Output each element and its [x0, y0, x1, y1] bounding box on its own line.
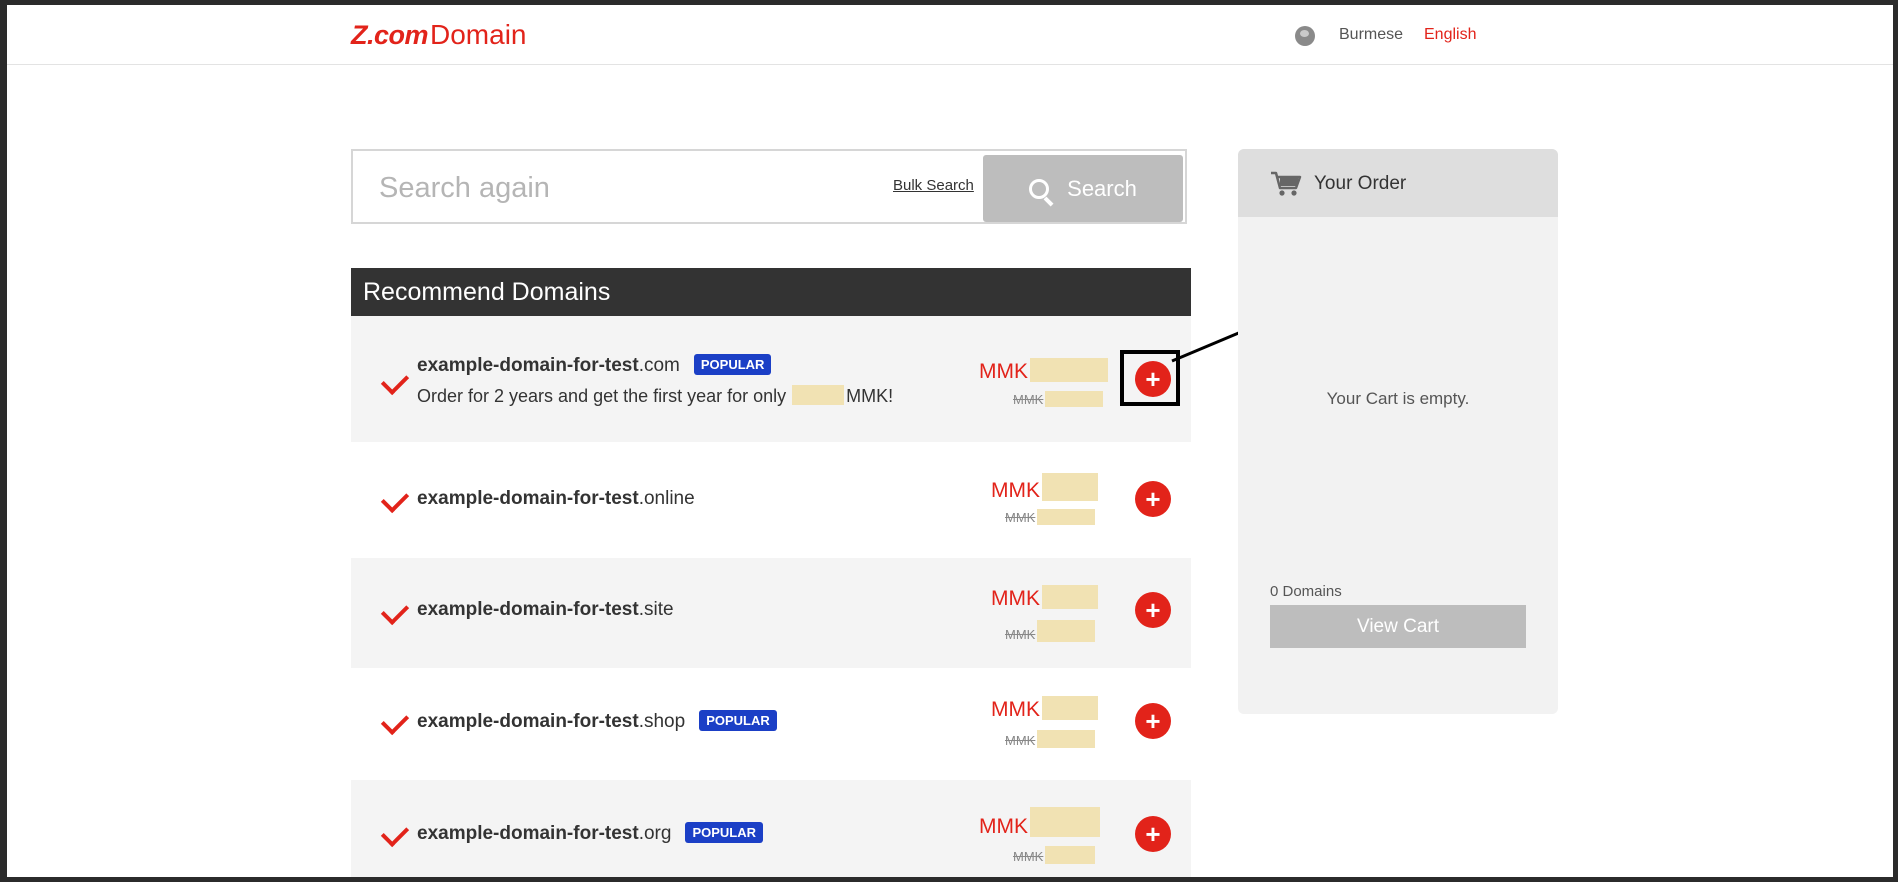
add-to-cart-button[interactable]: + — [1135, 703, 1171, 739]
price-currency: MMK — [991, 479, 1040, 502]
popular-badge: POPULAR — [699, 710, 777, 731]
price-placeholder — [1045, 846, 1096, 864]
domain-label: example-domain-for-test — [417, 599, 639, 620]
old-price-currency: MMK — [1013, 392, 1044, 407]
domain-tld: .site — [638, 599, 674, 620]
promo-text-post: MMK! — [846, 386, 894, 406]
current-price: MMK — [991, 585, 1098, 611]
price-currency: MMK — [979, 815, 1028, 838]
add-to-cart-button[interactable]: + — [1135, 592, 1171, 628]
domain-label: example-domain-for-test — [417, 488, 639, 509]
current-price: MMK — [991, 473, 1098, 503]
current-price: MMK — [991, 696, 1098, 722]
language-english-link[interactable]: English — [1424, 26, 1476, 44]
old-price-currency: MMK — [1005, 733, 1036, 748]
old-price: MMK — [1005, 620, 1096, 642]
add-to-cart-button[interactable]: + — [1135, 816, 1171, 852]
search-icon — [1029, 178, 1054, 206]
domain-tld: .com — [638, 355, 680, 376]
domain-name: example-domain-for-test.org POPULAR — [417, 822, 764, 845]
price-placeholder — [1030, 807, 1100, 837]
search-button[interactable]: Search — [983, 155, 1183, 222]
language-burmese-link[interactable]: Burmese — [1339, 26, 1403, 44]
order-title: Your Order — [1314, 173, 1407, 194]
popular-badge: POPULAR — [693, 354, 772, 375]
price-placeholder — [1045, 391, 1104, 407]
domain-label: example-domain-for-test — [417, 823, 639, 844]
promo-text-pre: Order for 2 years and get the first year… — [417, 386, 787, 406]
site-header: Z.com Domain Burmese English — [7, 5, 1893, 65]
current-price: MMK — [979, 807, 1100, 839]
zcom-logo[interactable]: Z.com Domain — [351, 19, 527, 51]
price-placeholder — [1037, 620, 1096, 642]
old-price-currency: MMK — [1005, 510, 1036, 525]
domain-name: example-domain-for-test.com POPULAR — [417, 354, 772, 377]
domain-row-online: example-domain-for-test.online MMK MMK + — [351, 442, 1191, 558]
current-price: MMK — [979, 358, 1108, 384]
check-icon — [380, 484, 410, 514]
order-panel: Your Order Your Cart is empty. 0 Domains… — [1238, 149, 1558, 714]
bulk-search-link[interactable]: Bulk Search — [893, 177, 974, 194]
view-cart-button[interactable]: View Cart — [1270, 605, 1526, 648]
promo-text: Order for 2 years and get the first year… — [417, 385, 893, 407]
old-price-currency: MMK — [1005, 627, 1036, 642]
price-placeholder — [1042, 473, 1098, 501]
add-to-cart-button[interactable]: + — [1135, 481, 1171, 517]
globe-icon — [1295, 26, 1315, 46]
price-currency: MMK — [991, 698, 1040, 721]
old-price: MMK — [1013, 391, 1104, 407]
search-bar: Bulk Search Search — [351, 149, 1187, 224]
domain-tld: .online — [638, 488, 695, 509]
price-placeholder — [1037, 509, 1096, 525]
search-button-label: Search — [1067, 175, 1137, 201]
domain-name: example-domain-for-test.shop POPULAR — [417, 710, 777, 733]
domain-label: example-domain-for-test — [417, 355, 639, 376]
price-placeholder — [1042, 585, 1098, 609]
recommend-domains-header: Recommend Domains — [351, 268, 1191, 316]
browser-viewport: Z.com Domain Burmese English Bulk Search… — [7, 5, 1893, 877]
price-placeholder — [1042, 696, 1098, 720]
check-icon — [380, 818, 410, 848]
price-placeholder — [1030, 358, 1108, 382]
old-price-currency: MMK — [1013, 849, 1044, 864]
domain-name: example-domain-for-test.online — [417, 488, 695, 510]
annotation-highlight-box — [1120, 350, 1180, 406]
domain-label: example-domain-for-test — [417, 711, 639, 732]
logo-brand: Z.com — [351, 20, 429, 50]
order-panel-header: Your Order — [1238, 149, 1558, 217]
search-input[interactable] — [377, 165, 861, 211]
logo-product: Domain — [430, 19, 527, 50]
old-price: MMK — [1005, 730, 1096, 748]
price-placeholder — [792, 385, 845, 405]
domain-name: example-domain-for-test.site — [417, 599, 674, 621]
old-price: MMK — [1005, 509, 1096, 525]
cart-empty-message: Your Cart is empty. — [1326, 389, 1470, 408]
domain-tld: .org — [638, 823, 672, 844]
check-icon — [380, 706, 410, 736]
popular-badge: POPULAR — [685, 822, 764, 843]
domain-count: 0 Domains — [1270, 583, 1342, 600]
domain-tld: .shop — [638, 711, 686, 732]
old-price: MMK — [1013, 846, 1096, 864]
domain-row-shop: example-domain-for-test.shop POPULAR MMK … — [351, 668, 1191, 780]
domain-row-site: example-domain-for-test.site MMK MMK + — [351, 558, 1191, 668]
price-currency: MMK — [979, 360, 1028, 383]
check-icon — [380, 596, 410, 626]
cart-icon — [1271, 171, 1302, 196]
price-currency: MMK — [991, 587, 1040, 610]
check-icon — [380, 366, 410, 396]
price-placeholder — [1037, 730, 1096, 748]
domain-row-com: example-domain-for-test.com POPULAR Order… — [351, 316, 1191, 442]
domain-row-org: example-domain-for-test.org POPULAR MMK M… — [351, 780, 1191, 877]
